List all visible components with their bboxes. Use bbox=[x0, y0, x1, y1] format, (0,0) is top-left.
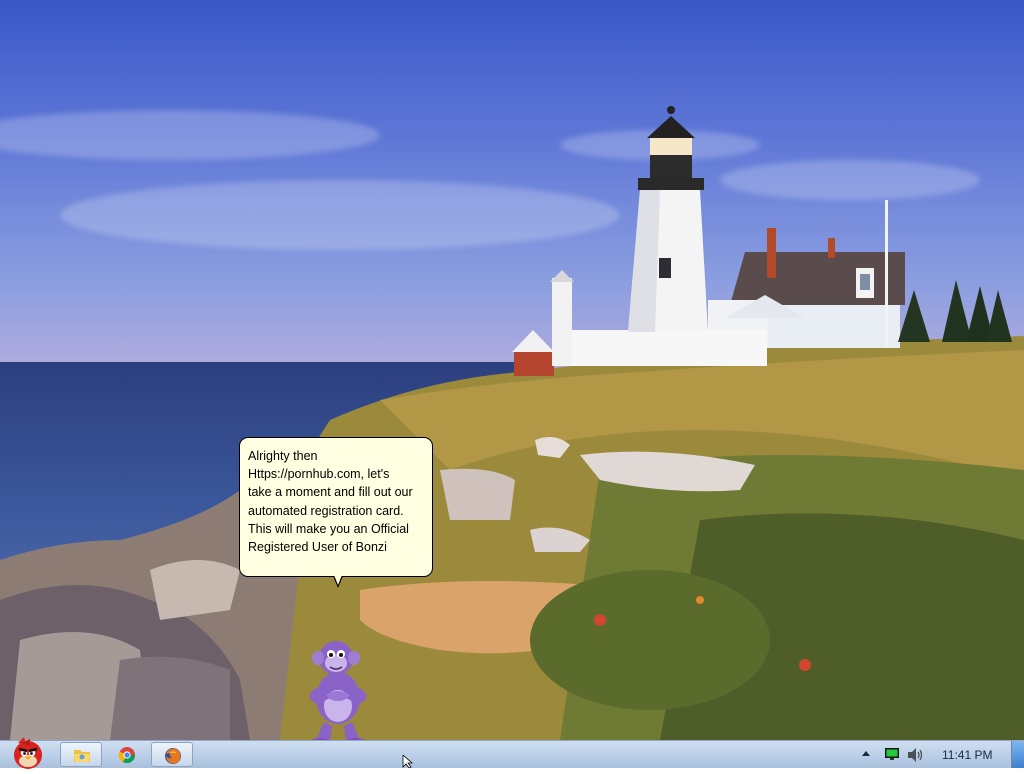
firefox-icon bbox=[165, 748, 181, 764]
balloon-line: Registered User of Bonzi bbox=[248, 540, 387, 555]
balloon-tail bbox=[333, 575, 343, 588]
network-icon[interactable] bbox=[884, 747, 900, 761]
desktop[interactable]: Alrighty then Https://pornhub.com, let's… bbox=[0, 0, 1024, 740]
balloon-line: take a moment and fill out our bbox=[248, 485, 413, 500]
taskbar-firefox-button[interactable] bbox=[151, 742, 193, 767]
wallpaper-landscape bbox=[0, 106, 1024, 740]
angry-bird-icon bbox=[14, 737, 42, 769]
balloon-line: automated registration card. bbox=[248, 503, 404, 518]
folder-icon bbox=[74, 750, 90, 762]
balloon-line: Alrighty then bbox=[248, 449, 318, 463]
start-button[interactable] bbox=[4, 733, 50, 769]
bonzi-buddy-character[interactable] bbox=[296, 636, 380, 740]
volume-icon[interactable] bbox=[906, 747, 924, 763]
taskbar-explorer-button[interactable] bbox=[60, 742, 102, 767]
taskbar: 11:41 PM bbox=[0, 737, 1024, 769]
bonzi-speech-balloon: Alrighty then Https://pornhub.com, let's… bbox=[239, 437, 433, 577]
balloon-line: This will make you an Official bbox=[248, 521, 409, 536]
chrome-icon bbox=[118, 747, 136, 764]
show-hidden-icons-arrow[interactable] bbox=[862, 750, 870, 758]
balloon-line: Https://pornhub.com, let's bbox=[248, 467, 390, 482]
mouse-cursor-icon bbox=[402, 755, 414, 768]
taskbar-clock[interactable]: 11:41 PM bbox=[942, 748, 992, 762]
taskbar-chrome-button[interactable] bbox=[106, 742, 148, 767]
show-desktop-button[interactable] bbox=[1011, 741, 1024, 768]
